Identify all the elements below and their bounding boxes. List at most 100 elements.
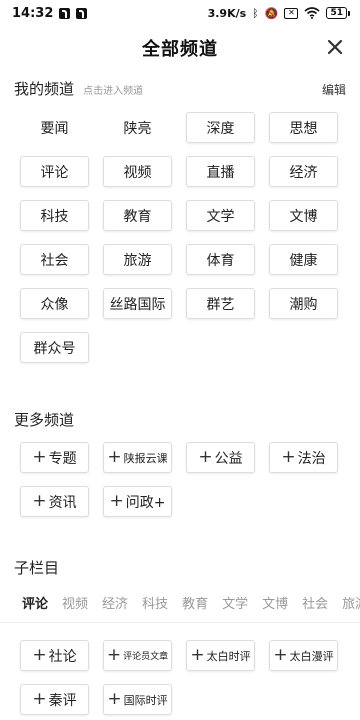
tiktok-notification-icon	[76, 7, 88, 19]
channel-chip-label: 陕亮	[123, 120, 152, 137]
wifi-icon	[304, 7, 320, 19]
channel-chip[interactable]: + 陕报云课	[103, 442, 172, 473]
channel-chip-label: 潮购	[289, 296, 318, 313]
channel-chip-label: 直播	[206, 164, 235, 181]
channel-chip[interactable]: + 太白时评	[186, 640, 255, 671]
status-time: 14:32	[12, 5, 54, 21]
sub-column-tab[interactable]: 文博	[262, 593, 288, 612]
channel-chip-label: 丝路国际	[109, 296, 166, 313]
my-channels-header: 我的频道 点击进入频道 编辑	[0, 78, 360, 99]
channel-chip[interactable]: 要闻	[20, 112, 89, 143]
channel-chip[interactable]: 众像	[20, 288, 89, 319]
sub-columns-title: 子栏目	[14, 559, 60, 577]
channel-chip[interactable]: 群众号	[20, 332, 89, 363]
channel-chip-label: 国际时评	[123, 693, 168, 707]
channel-chip-label: 教育	[123, 208, 152, 225]
channel-chip-label: 文学	[206, 208, 235, 225]
channel-chip[interactable]: 思想	[269, 112, 338, 143]
channel-chip-label: 健康	[289, 252, 318, 269]
channel-chip[interactable]: + 法治	[269, 442, 338, 473]
channel-chip-label: 法治	[297, 450, 326, 467]
plus-icon: +	[32, 491, 47, 511]
channel-chip[interactable]: 体育	[186, 244, 255, 275]
channel-chip[interactable]: 社会	[20, 244, 89, 275]
channel-chip-label: 思想	[289, 120, 318, 137]
channel-chip[interactable]: 直播	[186, 156, 255, 187]
channel-chip[interactable]: + 公益	[186, 442, 255, 473]
sub-column-tab[interactable]: 科技	[142, 593, 168, 612]
channel-chip[interactable]: + 资讯	[20, 486, 89, 517]
plus-icon: +	[32, 689, 47, 709]
channel-chip-label: 太白时评	[206, 649, 251, 663]
channel-chip[interactable]: + 太白漫评	[269, 640, 338, 671]
channel-chip[interactable]: 丝路国际	[103, 288, 172, 319]
plus-icon: +	[198, 447, 213, 467]
channel-chip[interactable]: 陕亮	[103, 112, 172, 143]
page-title: 全部频道	[142, 39, 218, 60]
my-channels-grid: 要闻 陕亮 深度 思想评论 视频 直播 经济科技 教育 文学 文博社会 旅游 体育 健康众像 丝路国际 群艺…	[0, 112, 360, 363]
channel-chip[interactable]: 文学	[186, 200, 255, 231]
channel-chip[interactable]: 视频	[103, 156, 172, 187]
channel-chip[interactable]: 科技	[20, 200, 89, 231]
more-channels-section: 更多频道 + 专题 + 陕报云课 + 公益 + 法治 + 资讯 + 问政+	[0, 409, 360, 517]
bluetooth-icon: ᛒ	[252, 6, 259, 20]
channel-chip[interactable]: + 秦评	[20, 684, 89, 715]
more-channels-title: 更多频道	[14, 411, 75, 429]
tiktok-notification-icon	[59, 7, 71, 19]
my-channels-section: 我的频道 点击进入频道 编辑 要闻 陕亮 深度 思想评论 视频 直播 经济科技 教育 文学 文博社…	[0, 78, 360, 363]
sub-column-tab[interactable]: 社会	[302, 593, 328, 612]
mute-bell-icon: 🔕	[264, 6, 279, 20]
my-channels-title: 我的频道	[14, 80, 75, 98]
channel-chip[interactable]: + 社论	[20, 640, 89, 671]
sub-column-tab[interactable]: 经济	[102, 593, 128, 612]
edit-button[interactable]: 编辑	[322, 81, 346, 98]
plus-icon: +	[281, 447, 296, 467]
sub-columns-section: 子栏目 评论视频经济科技教育文学文博社会旅游 +社论+评论员文章+太白时评+太白…	[0, 557, 360, 715]
channel-chip[interactable]: 健康	[269, 244, 338, 275]
sub-column-tabs: 评论视频经济科技教育文学文博社会旅游	[0, 588, 360, 616]
sub-column-tab[interactable]: 文学	[222, 593, 248, 612]
sub-column-tab[interactable]: 评论	[22, 593, 48, 612]
channel-chip-label: 视频	[123, 164, 152, 181]
sub-column-tab[interactable]: 教育	[182, 593, 208, 612]
channel-chip-label: 公益	[214, 450, 243, 467]
channel-chip-label: 要闻	[40, 120, 69, 137]
close-icon[interactable]	[324, 36, 346, 58]
channel-chip-label: 评论员文章	[123, 652, 169, 662]
tabs-divider	[0, 622, 360, 623]
page-header: 全部频道	[0, 26, 360, 70]
channel-chip[interactable]: + 问政+	[103, 486, 172, 517]
channel-chip[interactable]: 群艺	[186, 288, 255, 319]
channel-chip[interactable]: + 专题	[20, 442, 89, 473]
channel-chip[interactable]: 教育	[103, 200, 172, 231]
channel-chip[interactable]: 文博	[269, 200, 338, 231]
network-speed: 3.9K/s	[207, 6, 247, 20]
channel-chip-label: 文博	[289, 208, 318, 225]
channel-chip[interactable]: 旅游	[103, 244, 172, 275]
channel-chip-label: 太白漫评	[289, 649, 334, 663]
channel-chip[interactable]: 潮购	[269, 288, 338, 319]
sub-column-tab[interactable]: 视频	[62, 593, 88, 612]
channel-chip-label: 陕报云课	[123, 451, 168, 465]
channel-chip-label: 社论	[48, 648, 77, 665]
channel-chip-label: 经济	[289, 164, 318, 181]
channel-chip[interactable]: 经济	[269, 156, 338, 187]
plus-icon: +	[32, 447, 47, 467]
channel-chip[interactable]: + 国际时评	[103, 684, 172, 715]
plus-icon: +	[190, 645, 205, 665]
plus-icon: +	[106, 645, 122, 665]
channel-chip[interactable]: + 评论员文章	[103, 640, 172, 671]
sub-column-tab[interactable]: 旅游	[342, 593, 360, 612]
channel-chip[interactable]: 评论	[20, 156, 89, 187]
battery-level: 51	[326, 7, 347, 19]
channel-chip-label: 深度	[206, 120, 235, 137]
my-channels-hint: 点击进入频道	[83, 86, 144, 97]
channel-chip-label: 旅游	[123, 252, 152, 269]
plus-icon: +	[32, 645, 47, 665]
plus-icon: +	[109, 491, 124, 511]
channel-chip-label: 专题	[48, 450, 77, 467]
channel-chip-label: 资讯	[48, 494, 77, 511]
channel-chip[interactable]: 深度	[186, 112, 255, 143]
channel-chip-label: 问政+	[125, 494, 166, 511]
channel-chip-label: 众像	[40, 296, 69, 313]
